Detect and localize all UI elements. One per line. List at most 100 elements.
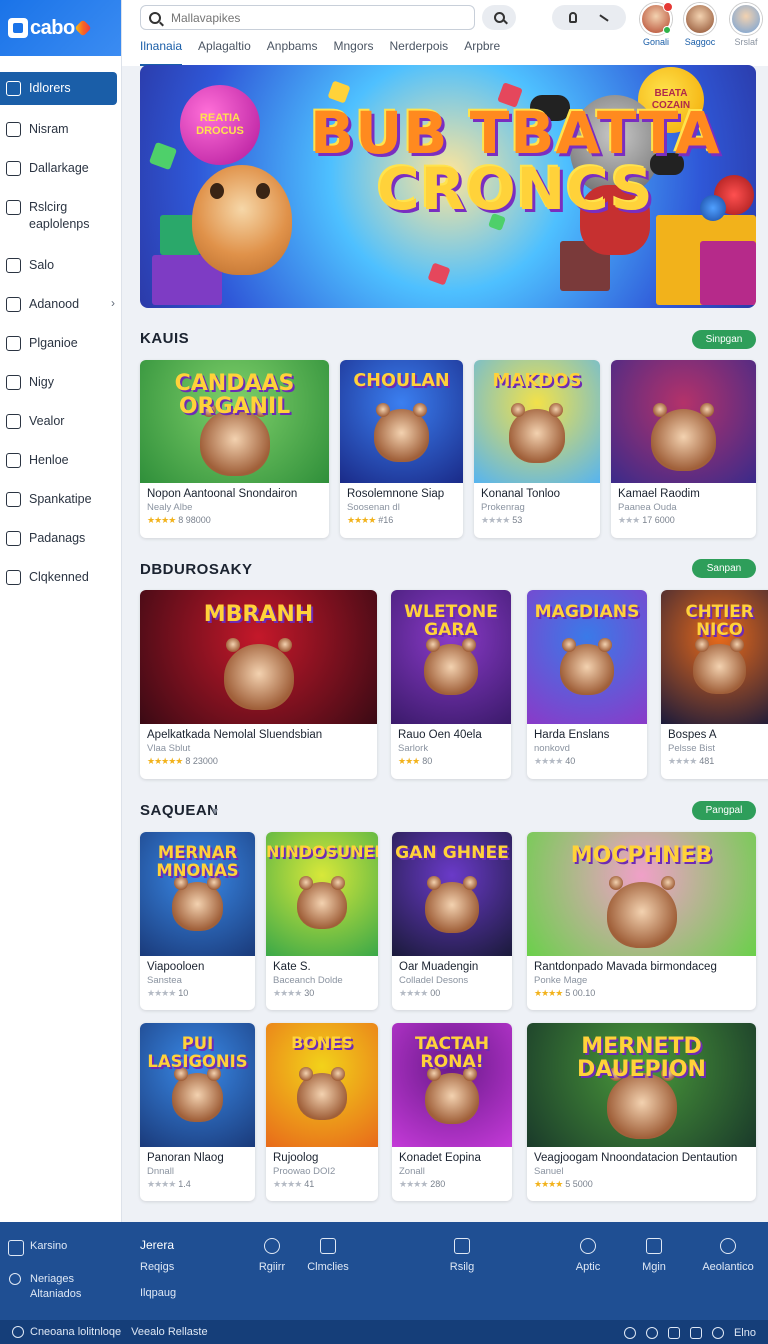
sidebar-item[interactable]: Plganioe — [0, 335, 121, 374]
game-card[interactable]: WLETONE GARA Rauo Oen 40ela Sarlork ★★★ 80 — [391, 590, 511, 779]
game-card[interactable]: CHOULAN Rosolemnone Siap Soosenan dl ★★★★ #1… — [340, 360, 463, 538]
game-art-title: MOCPHNEB — [570, 843, 713, 869]
rating-value: 1.4 — [178, 1179, 191, 1189]
sidebar-item[interactable]: Idlorers — [0, 72, 117, 105]
sidebar-item[interactable]: Rslcirg eaplolenps — [0, 199, 121, 257]
footer-link[interactable]: Ilqpaug — [140, 1287, 176, 1299]
section-action-button[interactable]: Sanpan — [692, 559, 756, 578]
game-art-title: CHTIER NICO — [685, 601, 754, 639]
footer-bottom-text[interactable]: Cneoana lolitnloqe — [30, 1326, 121, 1338]
footer-link[interactable]: Neriages — [30, 1273, 74, 1285]
footer-nav-item[interactable]: Aeolantico — [688, 1261, 768, 1273]
game-card[interactable]: MOCPHNEB Rantdonpado Mavada birmondaceg Po… — [527, 832, 756, 1010]
avatar[interactable] — [684, 3, 716, 35]
game-card[interactable]: MERNAR MNONAS Viapooloen Sanstea ★★★★ 10 — [140, 832, 255, 1010]
game-thumbnail[interactable]: TACTAH RONA! — [392, 1023, 512, 1147]
social-icon[interactable] — [645, 1327, 658, 1339]
footer-link[interactable]: Altaniados — [30, 1288, 81, 1300]
game-thumbnail[interactable]: PUI LASIGONIS — [140, 1023, 255, 1147]
tab-item[interactable]: Arpbre — [464, 36, 500, 66]
app-logo[interactable]: cabo — [0, 0, 121, 56]
social-icon[interactable] — [667, 1327, 680, 1339]
game-card-meta: Oar Muadengin Colladel Desons ★★★★ 00 — [392, 956, 512, 1004]
game-thumbnail[interactable]: CHTIER NICO — [661, 590, 768, 724]
user-avatar-item[interactable]: Gonali — [636, 2, 676, 47]
section-action-button[interactable]: Pangpal — [692, 801, 756, 820]
sidebar-item[interactable]: Vealor — [0, 413, 121, 452]
game-card[interactable]: MBRANH Apelkatkada Nemolal Sluendsbian Vla… — [140, 590, 377, 779]
game-thumbnail[interactable]: MBRANH — [140, 590, 377, 724]
game-thumbnail[interactable]: WLETONE GARA — [391, 590, 511, 724]
game-thumbnail[interactable]: MERNETD DAUEPION — [527, 1023, 756, 1147]
footer-nav-item[interactable]: Clmclies — [288, 1261, 368, 1273]
tab-item[interactable]: Anpbams — [267, 36, 318, 66]
social-icon[interactable] — [623, 1327, 636, 1339]
game-thumbnail[interactable]: CANDAAS ORGANIL — [140, 360, 329, 483]
tab-item[interactable]: Nerderpois — [389, 36, 448, 66]
section-action-button[interactable]: Sinpgan — [692, 330, 756, 349]
sidebar-item[interactable]: Salo — [0, 257, 121, 296]
hero-banner[interactable]: REATIA DROCUS BEATA COZAIN BUB TBATTA CR… — [140, 65, 756, 308]
chevron-down-icon[interactable]: ▾ — [212, 804, 218, 818]
game-card[interactable]: CANDAAS ORGANIL Nopon Aantoonal Snondairo… — [140, 360, 329, 538]
game-card[interactable]: MAKDOS Konanal Tonloo Prokenrag ★★★★ 53 — [474, 360, 600, 538]
game-card[interactable]: BONES Rujoolog Proowao DOI2 ★★★★ 41 — [266, 1023, 378, 1201]
game-card[interactable]: MERNETD DAUEPION Veagjoogam Nnoondatacion… — [527, 1023, 756, 1201]
sidebar-item[interactable]: Clqkenned — [0, 569, 121, 608]
sidebar-item[interactable]: Nisram — [0, 121, 121, 160]
footer-nav-item[interactable]: Mgin — [614, 1261, 694, 1273]
user-avatar-item[interactable]: Srslaf — [726, 3, 766, 47]
rating-stars-icon: ★★★★ — [273, 988, 302, 998]
footer-link[interactable]: Karsino — [30, 1240, 67, 1252]
game-card-meta: Konadet Eopina Zonall ★★★★ 280 — [392, 1147, 512, 1195]
user-avatar-item[interactable]: Saggoc — [680, 3, 720, 47]
game-subtitle: Sarlork — [398, 743, 429, 754]
game-card[interactable]: GAN GHNEE Oar Muadengin Colladel Desons ★★★… — [392, 832, 512, 1010]
footer-nav-item[interactable]: Rsilg — [422, 1261, 502, 1273]
game-card[interactable]: Kamael Raodim Paanea Ouda ★★★ 17 6000 — [611, 360, 756, 538]
rating-value: 53 — [512, 515, 523, 525]
game-rating: ★★★★ 41 — [273, 1179, 371, 1190]
game-card[interactable]: TACTAH RONA! Konadet Eopina Zonall ★★★★ 280 — [392, 1023, 512, 1201]
tab-item[interactable]: Mngors — [333, 36, 373, 66]
game-card[interactable]: NINDOSUNEKS Kate S. Baceanch Dolde ★★★★30 — [266, 832, 378, 1010]
avatar[interactable] — [730, 3, 762, 35]
social-icon[interactable] — [711, 1327, 724, 1339]
tab-item[interactable]: Aplagaltio — [198, 36, 251, 66]
footer-link[interactable]: Reqigs — [140, 1261, 174, 1273]
game-thumbnail[interactable]: BONES — [266, 1023, 378, 1147]
sidebar-item[interactable]: Nigy — [0, 374, 121, 413]
tab-item[interactable]: Ilnanaia — [140, 36, 183, 66]
sidebar-item[interactable]: Henloe — [0, 452, 121, 491]
game-card-meta: Bospes A Pelsse Bist ★★★★ 481 — [661, 724, 768, 772]
game-card[interactable]: MAGDIANS Harda Enslans nonkovd ★★★★ 40 — [527, 590, 647, 779]
search-button[interactable] — [482, 5, 516, 30]
sidebar-item[interactable]: Padanags — [0, 530, 121, 569]
avatar[interactable] — [640, 2, 673, 35]
search-input[interactable] — [171, 10, 451, 25]
sidebar-item[interactable]: Adanood › — [0, 296, 121, 335]
game-character-illustration — [606, 1066, 677, 1140]
sidebar-item-label: Salo — [29, 258, 55, 272]
casino-icon — [8, 1240, 24, 1256]
social-icon[interactable] — [689, 1327, 702, 1339]
rating-value: 80 — [422, 756, 433, 766]
game-title: Rujoolog — [273, 1152, 319, 1164]
game-card[interactable]: PUI LASIGONIS Panoran Nlaog Dnnall ★★★★ 1.4 — [140, 1023, 255, 1201]
game-thumbnail[interactable] — [611, 360, 756, 483]
game-character-illustration — [373, 403, 430, 462]
quick-actions[interactable] — [552, 5, 626, 30]
game-character-illustration — [296, 875, 348, 930]
game-thumbnail[interactable]: GAN GHNEE — [392, 832, 512, 956]
search-box[interactable] — [140, 5, 475, 30]
sidebar-item[interactable]: Dallarkage — [0, 160, 121, 199]
game-card[interactable]: CHTIER NICO Bospes A Pelsse Bist ★★★★ 481 — [661, 590, 768, 779]
game-thumbnail[interactable]: NINDOSUNEKS — [266, 832, 378, 956]
sidebar-item[interactable]: Spankatipe — [0, 491, 121, 530]
game-thumbnail[interactable]: CHOULAN — [340, 360, 463, 483]
footer-bottom-text[interactable]: Veealo Rellaste — [131, 1326, 207, 1338]
game-thumbnail[interactable]: MAGDIANS — [527, 590, 647, 724]
game-thumbnail[interactable]: MOCPHNEB — [527, 832, 756, 956]
game-thumbnail[interactable]: MAKDOS — [474, 360, 600, 483]
game-thumbnail[interactable]: MERNAR MNONAS — [140, 832, 255, 956]
